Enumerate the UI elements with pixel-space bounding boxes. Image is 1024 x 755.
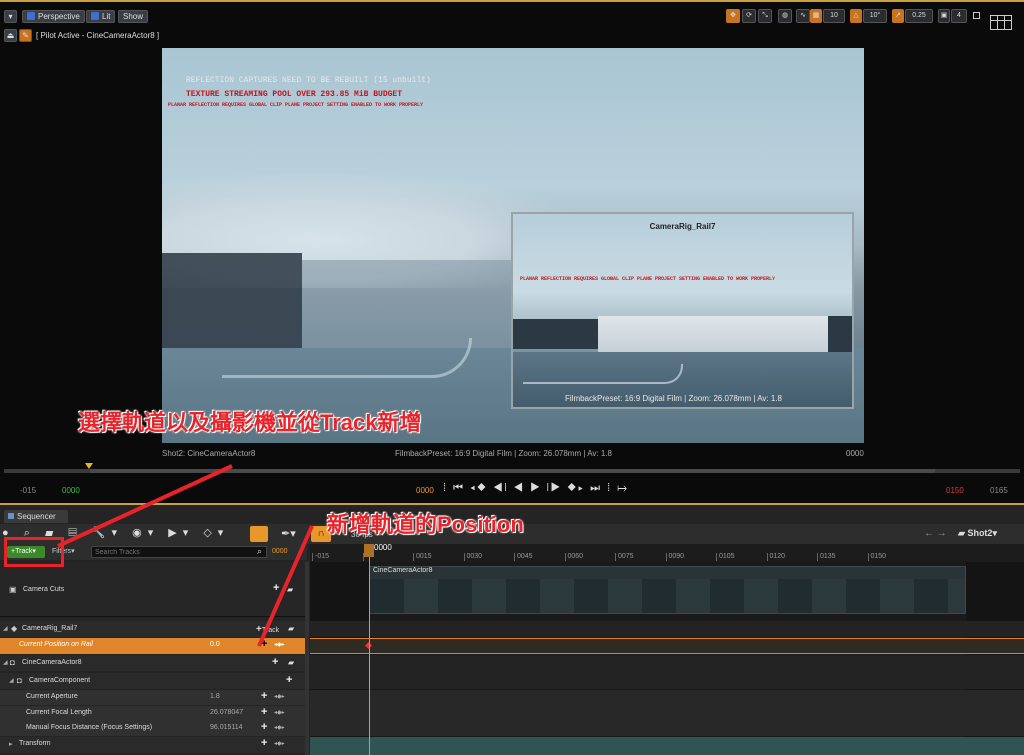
- annotation-arrow-position: [257, 525, 314, 647]
- annotation-arrows: [57, 464, 314, 647]
- annotation-arrow-track: [57, 464, 233, 548]
